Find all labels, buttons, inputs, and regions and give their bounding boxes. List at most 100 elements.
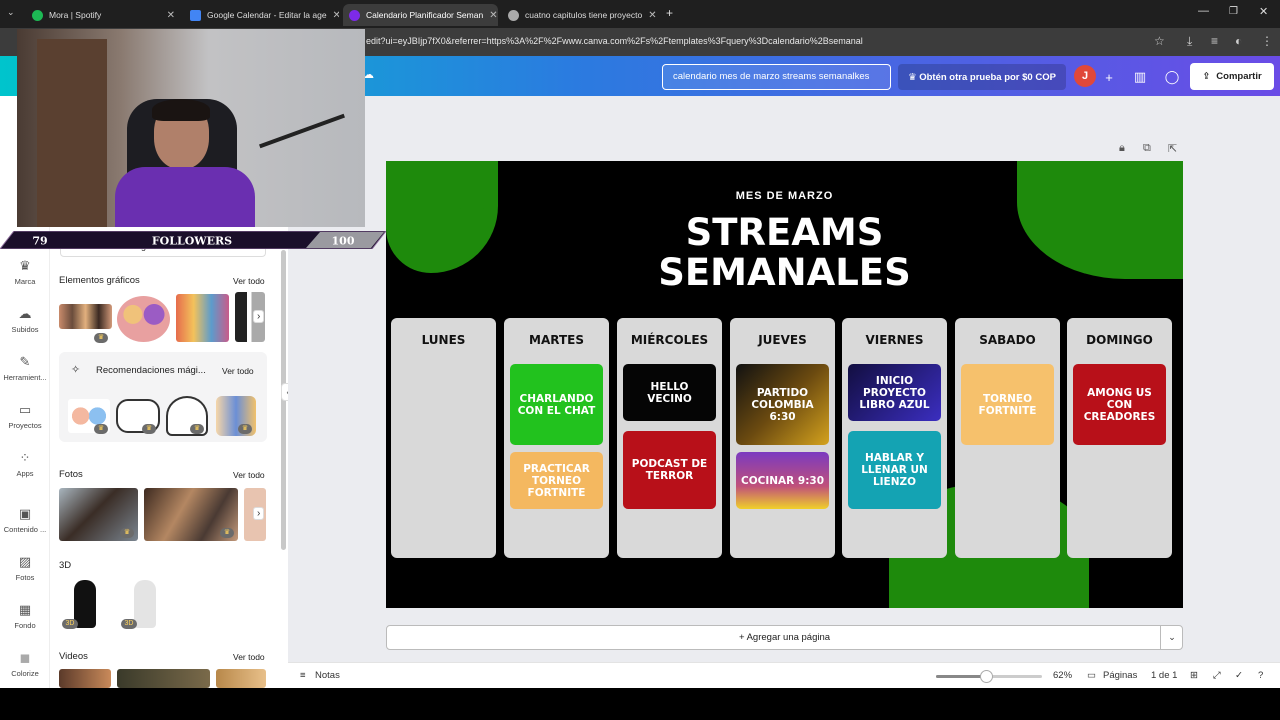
bottom-bar: ≡ Notas 62% ▭ Páginas 1 de 1 ⊞ ⤢ ✓ ? (288, 662, 1280, 688)
check-icon[interactable]: ✓ (1235, 670, 1243, 681)
event-card[interactable]: HABLAR Y LLENAR UN LIENZO (848, 431, 941, 509)
design-canvas[interactable]: MES DE MARZO STREAMS SEMANALES LUNES MAR… (386, 161, 1183, 608)
help-icon[interactable]: ? (1258, 670, 1263, 681)
close-icon[interactable]: ✕ (161, 10, 175, 21)
insights-icon[interactable]: ▥ (1127, 64, 1153, 90)
video-thumb-1[interactable] (59, 669, 111, 688)
rail-item-colorize[interactable]: ◼ Colorize (0, 650, 50, 678)
browser-menu-icon[interactable]: ⋮ (1261, 34, 1273, 48)
close-icon[interactable]: ✕ (642, 10, 656, 21)
tab-spotify[interactable]: Mora | Spotify ✕ (26, 4, 181, 26)
folder-icon: ▭ (18, 402, 32, 417)
lock-icon[interactable]: 🔒︎ (1119, 142, 1125, 155)
graphic-thumb-1[interactable] (59, 304, 112, 329)
event-card[interactable]: CHARLANDO CON EL CHAT (510, 364, 603, 445)
tab-canva[interactable]: Calendario Planificador Seman ✕ (343, 4, 498, 26)
minimize-icon[interactable]: — (1198, 5, 1209, 17)
download-icon[interactable]: ⤓ (1187, 34, 1192, 49)
share-label: Compartir (1216, 71, 1262, 82)
profile-icon[interactable]: ◐ (1235, 34, 1242, 48)
notes-icon[interactable]: ≡ (300, 670, 306, 681)
see-all-videos-link[interactable]: Ver todo (233, 652, 265, 662)
fullscreen-icon[interactable]: ⤢ (1213, 670, 1221, 681)
webcam-person-hair (152, 99, 210, 121)
avatar[interactable]: J (1074, 65, 1096, 87)
section-title-magic: Recomendaciones mági... (96, 365, 206, 376)
media-icon[interactable]: ≡ (1211, 34, 1218, 48)
close-window-icon[interactable]: ✕ (1259, 5, 1268, 18)
add-page-button[interactable]: + Agregar una página (386, 625, 1183, 650)
chevron-right-icon[interactable]: › (253, 310, 265, 323)
day-column-martes[interactable]: MARTES CHARLANDO CON EL CHAT PRACTICAR T… (504, 318, 609, 558)
event-card[interactable]: COCINAR 9:30 (736, 452, 829, 509)
day-column-miercoles[interactable]: MIÉRCOLES HELLO VECINO PODCAST DE TERROR (617, 318, 722, 558)
day-name: VIERNES (865, 333, 924, 347)
grid-view-icon[interactable]: ⊞ (1190, 670, 1198, 681)
pages-icon[interactable]: ▭ (1087, 670, 1096, 681)
day-column-domingo[interactable]: DOMINGO AMONG US CON CREADORES (1067, 318, 1172, 558)
day-column-lunes[interactable]: LUNES (391, 318, 496, 558)
close-icon[interactable]: ✕ (483, 10, 497, 21)
rail-item-marca[interactable]: ♛ Marca (0, 258, 50, 286)
bookmark-star-icon[interactable]: ☆ (1154, 34, 1165, 48)
zoom-percent[interactable]: 62% (1053, 670, 1072, 681)
rail-item-subidos[interactable]: ☁ Subidos (0, 306, 50, 334)
trial-button[interactable]: ♛ Obtén otra prueba por $0 COP (898, 64, 1066, 90)
section-title-videos: Videos (59, 651, 88, 662)
event-card[interactable]: PRACTICAR TORNEO FORTNITE (510, 452, 603, 509)
rail-item-apps[interactable]: ⁘ Apps (0, 450, 50, 478)
video-thumb-2[interactable] (117, 669, 210, 688)
tab-google-calendar[interactable]: Google Calendar - Editar la age ✕ (184, 4, 339, 26)
spotify-icon (32, 9, 43, 21)
share-button[interactable]: ⇪ Compartir (1190, 63, 1274, 90)
rail-item-contenido[interactable]: ▣ Contenido ... (0, 506, 50, 534)
add-collaborator-icon[interactable]: + (1096, 64, 1122, 90)
3d-thumb-2[interactable] (134, 580, 156, 628)
design-month[interactable]: MES DE MARZO (386, 190, 1183, 202)
section-title-3d: 3D (59, 560, 72, 571)
event-card[interactable]: AMONG US CON CREADORES (1073, 364, 1166, 445)
see-all-magic-link[interactable]: Ver todo (222, 366, 254, 376)
day-name: DOMINGO (1086, 333, 1153, 347)
day-column-sabado[interactable]: SABADO TORNEO FORTNITE (955, 318, 1060, 558)
rail-item-herramientas[interactable]: ✎ Herramient... (0, 354, 50, 382)
see-all-photos-link[interactable]: Ver todo (233, 470, 265, 480)
rail-item-fondo[interactable]: ▦ Fondo (0, 602, 50, 630)
close-icon[interactable]: ✕ (327, 10, 339, 21)
rail-label: Fotos (15, 573, 35, 582)
premium-crown-icon: ♛ (120, 528, 134, 538)
design-title[interactable]: STREAMS SEMANALES (386, 213, 1183, 293)
comment-icon[interactable]: ◯ (1159, 64, 1185, 90)
event-card[interactable]: TORNEO FORTNITE (961, 364, 1054, 445)
pages-label[interactable]: Páginas (1103, 670, 1137, 681)
video-thumb-3[interactable] (216, 669, 266, 688)
rail-item-fotos[interactable]: ▨ Fotos (0, 554, 50, 582)
tab-title: Mora | Spotify (49, 10, 102, 20)
colorize-icon: ◼ (19, 650, 31, 665)
graphic-thumb-2[interactable] (117, 296, 170, 342)
zoom-slider[interactable] (936, 670, 1042, 683)
event-card[interactable]: INICIO PROYECTO LIBRO AZUL (848, 364, 941, 421)
event-card[interactable]: HELLO VECINO (623, 364, 716, 421)
duplicate-icon[interactable]: ⧉ (1143, 142, 1151, 155)
event-card[interactable]: PODCAST DE TERROR (623, 431, 716, 509)
day-column-jueves[interactable]: JUEVES PARTIDO COLOMBIA 6:30 COCINAR 9:3… (730, 318, 835, 558)
chevron-down-icon[interactable]: ⌄ (1160, 625, 1183, 650)
event-card[interactable]: PARTIDO COLOMBIA 6:30 (736, 364, 829, 445)
add-page-icon[interactable]: ⇱ (1168, 142, 1177, 155)
url-field[interactable]: edit?ui=eyJBIjp7fX0&referrer=https%3A%2F… (366, 36, 863, 46)
tab-search-icon[interactable]: ⌄ (7, 7, 15, 18)
rail-item-proyectos[interactable]: ▭ Proyectos (0, 402, 50, 430)
followers-count: 79 (32, 235, 47, 248)
day-column-viernes[interactable]: VIERNES INICIO PROYECTO LIBRO AZUL HABLA… (842, 318, 947, 558)
notes-label[interactable]: Notas (315, 670, 340, 681)
see-all-graphics-link[interactable]: Ver todo (233, 276, 265, 286)
restore-icon[interactable]: ❐ (1229, 6, 1238, 17)
zoom-slider-handle[interactable] (980, 670, 993, 683)
chevron-right-icon[interactable]: › (253, 507, 265, 520)
tab-title: cuatno capitulos tiene proyecto (525, 10, 643, 20)
graphic-thumb-3[interactable] (176, 294, 229, 342)
tab-google-search[interactable]: cuatno capitulos tiene proyecto ✕ (502, 4, 657, 26)
new-tab-icon[interactable]: + (666, 6, 673, 20)
search-input[interactable]: calendario mes de marzo streams semanalk… (662, 64, 891, 90)
